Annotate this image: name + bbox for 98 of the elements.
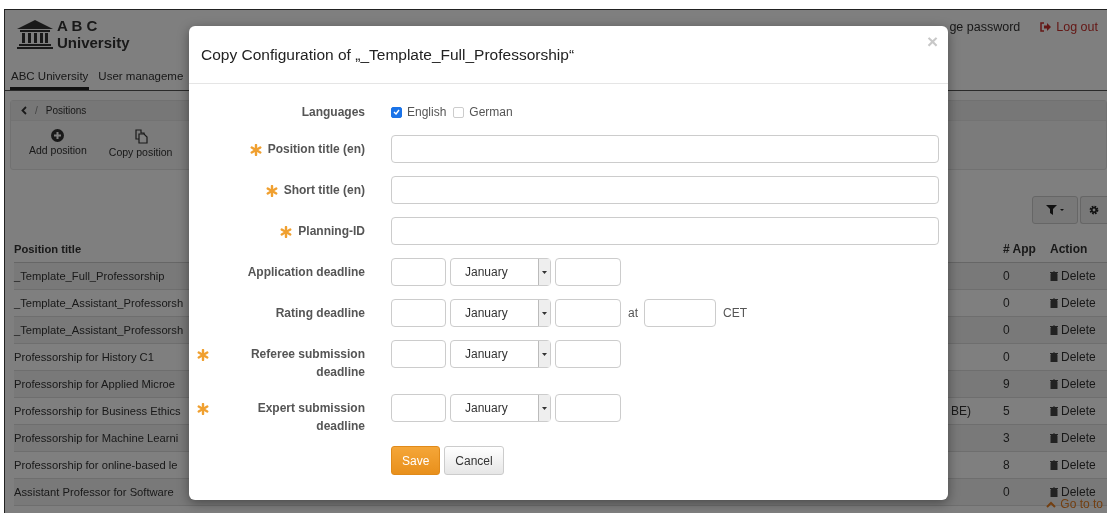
- table-cell-text: 0: [1003, 296, 1011, 310]
- breadcrumb-separator: /: [35, 105, 38, 116]
- toolbar-button[interactable]: Add position: [25, 129, 91, 158]
- header-link[interactable]: Log out: [1056, 20, 1098, 34]
- delete-link[interactable]: Delete: [1061, 485, 1096, 499]
- table-cell-text: 0: [1003, 323, 1011, 337]
- time-field[interactable]: [644, 299, 716, 327]
- field-label: Application deadline: [247, 264, 365, 281]
- text-field[interactable]: [391, 217, 939, 245]
- trash-icon: [1050, 379, 1058, 389]
- year-field[interactable]: [555, 299, 621, 327]
- header-link[interactable]: ge password: [949, 20, 1021, 34]
- back-icon[interactable]: [21, 106, 27, 115]
- filter-icon: [1046, 205, 1064, 215]
- nav-tab[interactable]: ABC University: [10, 68, 90, 90]
- timezone-label: CET: [723, 306, 747, 320]
- trash-icon: [1050, 352, 1058, 362]
- logo[interactable]: A B C University: [14, 15, 132, 53]
- nav-tab[interactable]: User manageme: [97, 68, 185, 90]
- column-header: Position title: [14, 243, 83, 255]
- delete-link[interactable]: Delete: [1061, 350, 1096, 364]
- caret-icon: [542, 352, 547, 356]
- month-select[interactable]: January: [450, 299, 551, 327]
- field-label: Rating deadline: [275, 305, 365, 322]
- column-header: Action: [1050, 242, 1089, 256]
- settings-icon: [1089, 205, 1099, 215]
- month-select[interactable]: January: [450, 258, 551, 286]
- month-select[interactable]: January: [450, 394, 551, 422]
- text-field[interactable]: [391, 135, 939, 163]
- day-field[interactable]: [391, 299, 446, 327]
- delete-link[interactable]: Delete: [1061, 458, 1096, 472]
- table-cell-text: Professorship for Machine Learni: [14, 432, 180, 444]
- day-field[interactable]: [391, 394, 446, 422]
- table-cell-text: 5: [1003, 404, 1011, 418]
- trash-icon: [1050, 433, 1058, 443]
- day-field[interactable]: [391, 258, 446, 286]
- table-cell-text: 0: [1003, 350, 1011, 364]
- field-label: Planning-ID: [298, 223, 365, 240]
- trash-icon: [1050, 271, 1058, 281]
- table-cell-text: _Template_Assistant_Professorsh: [14, 297, 185, 309]
- table-cell-text: 3: [1003, 431, 1011, 445]
- field-label: Referee submission deadline: [249, 346, 365, 381]
- table-cell: BE): [951, 404, 971, 418]
- checkbox[interactable]: [453, 106, 465, 118]
- text-field[interactable]: [391, 176, 939, 204]
- copy-icon: [133, 129, 148, 144]
- year-field[interactable]: [555, 340, 621, 368]
- toolbar-button[interactable]: Copy position: [104, 129, 177, 158]
- month-select[interactable]: January: [450, 340, 551, 368]
- delete-link[interactable]: Delete: [1061, 323, 1096, 337]
- building-icon: [16, 19, 54, 49]
- trash-icon: [1050, 325, 1058, 335]
- dialog-title: Copy Configuration of „_Template_Full_Professorship“: [201, 45, 575, 64]
- table-cell-text: 0: [1003, 485, 1011, 499]
- at-label: at: [628, 306, 638, 320]
- breadcrumb-item: Positions: [45, 105, 87, 116]
- field-label: Position title (en): [267, 141, 365, 158]
- table-cell-text: Professorship for History C1: [14, 351, 155, 363]
- table-cell-text: 9: [1003, 377, 1011, 391]
- settings-button[interactable]: [1080, 196, 1107, 224]
- table-cell-text: Professorship for online-based le: [14, 459, 179, 471]
- column-header: # App: [1003, 242, 1037, 256]
- delete-link[interactable]: Delete: [1061, 296, 1096, 310]
- plus-circle-icon: [51, 129, 65, 142]
- chevron-up-icon: [1046, 500, 1057, 508]
- checkbox-label: German: [469, 105, 513, 119]
- caret-icon: [542, 270, 547, 274]
- checkbox[interactable]: [391, 106, 402, 118]
- table-cell-text: _Template_Assistant_Professorsh: [14, 324, 185, 336]
- logout-icon: [1040, 22, 1052, 32]
- checkbox-label: English: [407, 105, 447, 119]
- trash-icon: [1050, 298, 1058, 308]
- trash-icon: [1050, 487, 1058, 497]
- delete-link[interactable]: Delete: [1061, 404, 1096, 418]
- field-label: Short title (en): [283, 182, 365, 199]
- table-cell-text: _Template_Full_Professorship: [14, 270, 166, 282]
- delete-link[interactable]: Delete: [1061, 431, 1096, 445]
- table-cell-text: 8: [1003, 458, 1011, 472]
- logo-text: University: [57, 34, 130, 51]
- caret-icon: [542, 406, 547, 410]
- year-field[interactable]: [555, 258, 621, 286]
- day-field[interactable]: [391, 340, 446, 368]
- logo-text: A B C: [57, 17, 99, 34]
- table-cell-text: Assistant Professor for Software: [14, 486, 175, 498]
- delete-link[interactable]: Delete: [1061, 377, 1096, 391]
- table-cell-text: Professorship for Applied Microe: [14, 378, 177, 390]
- trash-icon: [1050, 460, 1058, 470]
- year-field[interactable]: [555, 394, 621, 422]
- field-label: Languages: [301, 104, 365, 121]
- save-button[interactable]: Save: [391, 446, 441, 475]
- trash-icon: [1050, 406, 1058, 416]
- cancel-button[interactable]: Cancel: [444, 446, 504, 475]
- filter-button[interactable]: [1032, 196, 1078, 224]
- delete-link[interactable]: Delete: [1061, 269, 1096, 283]
- caret-icon: [542, 311, 547, 315]
- table-cell-text: 0: [1003, 269, 1011, 283]
- field-label: Expert submission deadline: [256, 400, 365, 435]
- table-cell-text: Professorship for Business Ethics: [14, 405, 182, 417]
